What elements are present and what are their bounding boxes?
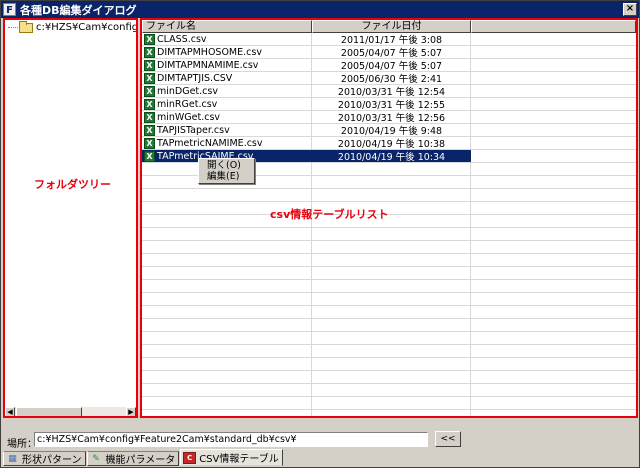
csv-file-icon: X	[144, 33, 155, 45]
table-row[interactable]: X DIMTAPMNAMIME.csv 2005/04/07 午後 5:07	[142, 59, 471, 72]
back-button[interactable]: <<	[435, 431, 461, 447]
tab-label: 形状パターン	[22, 455, 82, 466]
filename-cell: X DIMTAPMNAMIME.csv	[142, 59, 312, 71]
title-bar[interactable]: F 各種DB編集ダイアログ ×	[1, 1, 639, 18]
folder-tree[interactable]: c:¥HZS¥Cam¥config¥Featu フォルダツリー ◀ ▶	[3, 18, 138, 418]
csv-file-icon: X	[144, 124, 155, 136]
filename-cell: XminRGet.csv	[142, 98, 312, 110]
csv-file-icon: X	[144, 59, 155, 71]
filename-text: CLASS.csv	[157, 33, 207, 45]
menu-item-edit[interactable]: 編集(E)	[199, 171, 254, 182]
filedate-cell: 2005/04/07 午後 5:07	[340, 61, 443, 72]
csv-table-icon: C	[183, 451, 197, 464]
filename-text: minWGet.csv	[157, 111, 221, 123]
filename-text: minRGet.csv	[157, 98, 218, 110]
tree-node-label: c:¥HZS¥Cam¥config¥Featu	[36, 22, 138, 33]
table-row[interactable]: X CLASS.csv 2011/01/17 午後 3:08	[142, 33, 471, 46]
folder-icon	[19, 20, 33, 33]
window-title: 各種DB編集ダイアログ	[20, 3, 137, 17]
filename-cell: X DIMTAPMHOSOME.csv	[142, 46, 312, 58]
csv-file-icon: X	[144, 46, 155, 58]
csv-list-annotation: csv情報テーブルリスト	[270, 208, 389, 221]
filedate-cell: 2005/04/07 午後 5:07	[340, 48, 443, 59]
table-row[interactable]: X DIMTAPTJIS.CSV 2005/06/30 午後 2:41	[142, 72, 471, 85]
table-row[interactable]: XminWGet.csv 2010/03/31 午後 12:56	[142, 111, 471, 124]
table-row[interactable]: XminDGet.csv 2010/03/31 午後 12:54	[142, 85, 471, 98]
filename-text: minDGet.csv	[157, 85, 218, 97]
csv-file-list[interactable]: ファイル名 ファイル日付 X CLASS.csv 2011/01/17 午後 3:0…	[140, 18, 638, 418]
filename-text: TAPJISTaper.csv	[157, 124, 230, 136]
filedate-cell: 2010/03/31 午後 12:56	[337, 113, 446, 124]
filename-cell: XminWGet.csv	[142, 111, 312, 123]
location-path-field[interactable]: c:¥HZS¥Cam¥config¥Feature2Cam¥standard_d…	[34, 432, 428, 447]
tab-csv-table[interactable]: C CSV情報テーブル	[180, 449, 283, 466]
filedate-cell: 2010/03/31 午後 12:54	[337, 87, 446, 98]
filedate-cell: 2010/04/19 午後 10:38	[337, 139, 446, 150]
table-row[interactable]: X TAPmetricNAMIME.csv 2010/04/19 午後 10:38	[142, 137, 471, 150]
csv-file-icon: X	[144, 111, 155, 123]
csv-file-icon: X	[144, 85, 155, 97]
location-label: 場所：	[7, 439, 37, 450]
shape-pattern-icon: ▦	[8, 453, 17, 464]
filedate-cell: 2010/04/19 午後 10:34	[337, 152, 446, 163]
scroll-right-arrow-icon[interactable]: ▶	[126, 407, 136, 416]
tree-horizontal-scrollbar[interactable]: ◀ ▶	[5, 406, 136, 416]
filedate-cell: 2005/06/30 午後 2:41	[340, 74, 443, 85]
filename-cell: X TAPmetricNAMIME.csv	[142, 137, 312, 149]
tree-node-root[interactable]: c:¥HZS¥Cam¥config¥Featu	[8, 20, 138, 33]
tab-label: CSV情報テーブル	[199, 454, 279, 465]
scroll-left-arrow-icon[interactable]: ◀	[5, 407, 15, 416]
csv-file-icon: X	[144, 150, 155, 162]
scrollbar-thumb[interactable]	[16, 407, 82, 416]
filename-cell: X TAPJISTaper.csv	[142, 124, 312, 136]
filedate-cell: 2010/04/19 午後 9:48	[340, 126, 443, 137]
tab-shape-pattern[interactable]: ▦ 形状パターン	[3, 451, 86, 466]
context-menu: 開く(O) 編集(E)	[198, 158, 255, 184]
column-header-filename[interactable]: ファイル名	[142, 20, 312, 33]
table-row[interactable]: XminRGet.csv 2010/03/31 午後 12:55	[142, 98, 471, 111]
folder-tree-annotation: フォルダツリー	[34, 178, 111, 191]
filename-text: DIMTAPTJIS.CSV	[157, 72, 233, 84]
filename-cell: X DIMTAPTJIS.CSV	[142, 72, 312, 84]
csv-file-icon: X	[144, 72, 155, 84]
tab-bar: ▦ 形状パターン ✎ 機能パラメータ C CSV情報テーブル	[3, 449, 284, 467]
filename-text: DIMTAPMNAMIME.csv	[157, 59, 259, 71]
menu-item-open[interactable]: 開く(O)	[199, 160, 254, 171]
table-row[interactable]: X TAPmetricSAIME.csv 2010/04/19 午後 10:34	[142, 150, 471, 163]
column-header-filler	[471, 20, 636, 33]
tab-function-parameter[interactable]: ✎ 機能パラメータ	[86, 451, 180, 466]
filedate-cell: 2011/01/17 午後 3:08	[340, 35, 443, 46]
dialog-window: F 各種DB編集ダイアログ × c:¥HZS¥Cam¥config¥Featu …	[0, 0, 640, 468]
csv-file-icon: X	[144, 98, 155, 110]
filename-cell: X CLASS.csv	[142, 33, 312, 45]
filename-text: DIMTAPMHOSOME.csv	[157, 46, 262, 58]
tab-label: 機能パラメータ	[105, 455, 176, 466]
parameter-icon: ✎	[92, 453, 100, 464]
table-row[interactable]: X DIMTAPMHOSOME.csv 2005/04/07 午後 5:07	[142, 46, 471, 59]
csv-file-icon: X	[144, 137, 155, 149]
filename-text: TAPmetricNAMIME.csv	[157, 137, 263, 149]
close-button[interactable]: ×	[623, 3, 637, 16]
list-rows: X CLASS.csv 2011/01/17 午後 3:08 X DIMTAPMHOSO…	[142, 33, 636, 416]
app-icon: F	[3, 3, 16, 16]
filename-cell: XminDGet.csv	[142, 85, 312, 97]
table-row[interactable]: X TAPJISTaper.csv 2010/04/19 午後 9:48	[142, 124, 471, 137]
filedate-cell: 2010/03/31 午後 12:55	[337, 100, 446, 111]
tree-connector	[8, 27, 18, 28]
